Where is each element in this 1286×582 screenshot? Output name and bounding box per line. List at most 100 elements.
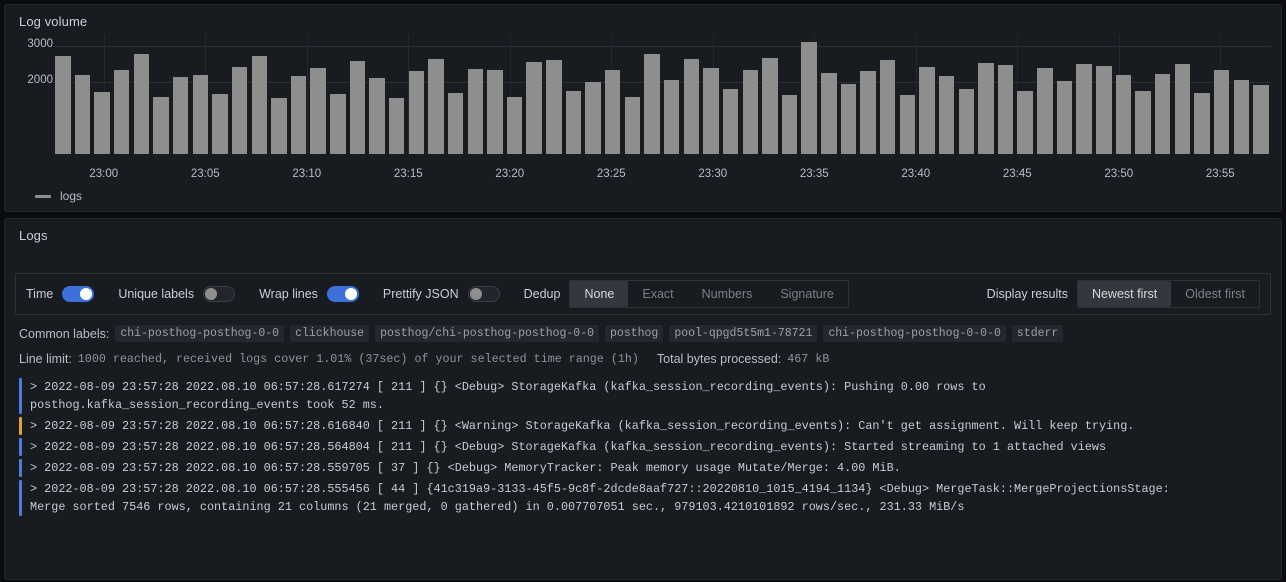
chart-bar[interactable] xyxy=(939,76,954,154)
chart-bar[interactable] xyxy=(271,98,286,154)
log-row[interactable]: > 2022-08-09 23:57:28 2022.08.10 06:57:2… xyxy=(19,417,1271,435)
line-limit-row: Line limit: 1000 reached, received logs … xyxy=(19,352,1267,366)
chart-bar[interactable] xyxy=(409,71,424,154)
unique-labels-toggle-label: Unique labels xyxy=(118,287,194,301)
chart-bar[interactable] xyxy=(723,89,738,154)
common-label-chip[interactable]: pool-qpgd5t5m1-78721 xyxy=(669,325,817,342)
dedup-radio-group[interactable]: NoneExactNumbersSignature xyxy=(569,280,848,308)
chart-bar[interactable] xyxy=(350,61,365,154)
chart-bar[interactable] xyxy=(625,97,640,154)
common-label-chip[interactable]: posthog xyxy=(605,325,663,342)
x-axis-tick-label: 23:15 xyxy=(394,168,423,180)
log-row-text: > 2022-08-09 23:57:28 2022.08.10 06:57:2… xyxy=(22,480,1177,516)
total-bytes-value: 467 kB xyxy=(787,352,829,366)
chart-bar[interactable] xyxy=(900,95,915,155)
common-label-chip[interactable]: chi-posthog-posthog-0-0-0 xyxy=(823,325,1006,342)
dedup-numbers-button[interactable]: Numbers xyxy=(688,281,767,307)
time-toggle[interactable] xyxy=(62,286,94,302)
dedup-none-button[interactable]: None xyxy=(570,281,628,307)
log-rows-list[interactable]: > 2022-08-09 23:57:28 2022.08.10 06:57:2… xyxy=(19,378,1271,516)
chart-bar[interactable] xyxy=(1253,85,1268,154)
chart-bar[interactable] xyxy=(310,68,325,154)
chart-bar[interactable] xyxy=(684,59,699,154)
chart-bar[interactable] xyxy=(369,78,384,154)
common-label-chip[interactable]: clickhouse xyxy=(290,325,369,342)
display-oldest-first-button[interactable]: Oldest first xyxy=(1171,281,1259,307)
chart-bar[interactable] xyxy=(1234,80,1249,154)
chart-bar[interactable] xyxy=(330,94,345,154)
chart-bar[interactable] xyxy=(114,70,129,154)
chart-bar[interactable] xyxy=(605,70,620,154)
chart-bar[interactable] xyxy=(821,73,836,154)
chart-bar[interactable] xyxy=(389,98,404,154)
prettify-json-toggle-label: Prettify JSON xyxy=(383,287,459,301)
chart-bar[interactable] xyxy=(1057,81,1072,154)
chart-bar[interactable] xyxy=(134,54,149,154)
chart-bar[interactable] xyxy=(664,80,679,154)
chart-bar[interactable] xyxy=(55,56,70,154)
chart-bar[interactable] xyxy=(291,76,306,154)
chart-bar[interactable] xyxy=(507,97,522,154)
line-limit-label: Line limit: xyxy=(19,352,72,366)
log-volume-title: Log volume xyxy=(5,5,1281,29)
chart-bar[interactable] xyxy=(1175,64,1190,154)
chart-bars[interactable] xyxy=(53,35,1271,154)
common-label-chip[interactable]: stderr xyxy=(1012,325,1063,342)
display-results-radio-group[interactable]: Newest firstOldest first xyxy=(1077,280,1260,308)
chart-legend[interactable]: logs xyxy=(35,189,82,203)
chart-bar[interactable] xyxy=(585,82,600,154)
legend-swatch-icon xyxy=(35,195,51,198)
chart-bar[interactable] xyxy=(978,63,993,154)
chart-bar[interactable] xyxy=(232,67,247,154)
chart-bar[interactable] xyxy=(1194,93,1209,154)
chart-bar[interactable] xyxy=(762,58,777,154)
chart-bar[interactable] xyxy=(1037,68,1052,154)
chart-bar[interactable] xyxy=(1017,91,1032,154)
chart-bar[interactable] xyxy=(546,60,561,154)
chart-bar[interactable] xyxy=(566,91,581,154)
chart-bar[interactable] xyxy=(743,70,758,154)
chart-bar[interactable] xyxy=(1076,64,1091,154)
chart-bar[interactable] xyxy=(212,94,227,154)
chart-bar[interactable] xyxy=(468,69,483,154)
common-label-chip[interactable]: chi-posthog-posthog-0-0 xyxy=(115,325,284,342)
chart-bar[interactable] xyxy=(860,71,875,154)
prettify-json-toggle[interactable] xyxy=(468,286,500,302)
chart-bar[interactable] xyxy=(1155,74,1170,154)
chart-bar[interactable] xyxy=(880,60,895,154)
chart-bar[interactable] xyxy=(75,75,90,154)
log-row[interactable]: > 2022-08-09 23:57:28 2022.08.10 06:57:2… xyxy=(19,480,1271,516)
chart-bar[interactable] xyxy=(252,56,267,154)
chart-bar[interactable] xyxy=(782,95,797,154)
chart-bar[interactable] xyxy=(998,65,1013,154)
chart-bar[interactable] xyxy=(841,84,856,154)
chart-bar[interactable] xyxy=(173,77,188,154)
chart-bar[interactable] xyxy=(487,70,502,154)
chart-bar[interactable] xyxy=(428,59,443,154)
chart-bar[interactable] xyxy=(153,97,168,154)
chart-bar[interactable] xyxy=(1116,75,1131,154)
common-label-chip[interactable]: posthog/chi-posthog-posthog-0-0 xyxy=(375,325,599,342)
dedup-exact-button[interactable]: Exact xyxy=(628,281,687,307)
chart-bar[interactable] xyxy=(1096,66,1111,154)
chart-bar[interactable] xyxy=(1214,70,1229,154)
chart-bar[interactable] xyxy=(801,42,816,155)
chart-bar[interactable] xyxy=(193,75,208,154)
unique-labels-toggle[interactable] xyxy=(203,286,235,302)
log-volume-chart[interactable]: 20003000 23:0023:0523:1023:1523:2023:252… xyxy=(5,35,1281,180)
chart-bar[interactable] xyxy=(644,54,659,154)
dedup-signature-button[interactable]: Signature xyxy=(766,281,848,307)
chart-bar[interactable] xyxy=(94,92,109,154)
chart-bar[interactable] xyxy=(1135,91,1150,154)
log-row[interactable]: > 2022-08-09 23:57:28 2022.08.10 06:57:2… xyxy=(19,459,1271,477)
log-row[interactable]: > 2022-08-09 23:57:28 2022.08.10 06:57:2… xyxy=(19,378,1271,414)
log-row[interactable]: > 2022-08-09 23:57:28 2022.08.10 06:57:2… xyxy=(19,438,1271,456)
chart-bar[interactable] xyxy=(919,67,934,154)
display-results-group: Display results Newest firstOldest first xyxy=(987,280,1260,308)
chart-bar[interactable] xyxy=(526,62,541,154)
chart-bar[interactable] xyxy=(448,93,463,154)
chart-bar[interactable] xyxy=(959,89,974,154)
wrap-lines-toggle[interactable] xyxy=(327,286,359,302)
display-newest-first-button[interactable]: Newest first xyxy=(1078,281,1171,307)
chart-bar[interactable] xyxy=(703,68,718,154)
